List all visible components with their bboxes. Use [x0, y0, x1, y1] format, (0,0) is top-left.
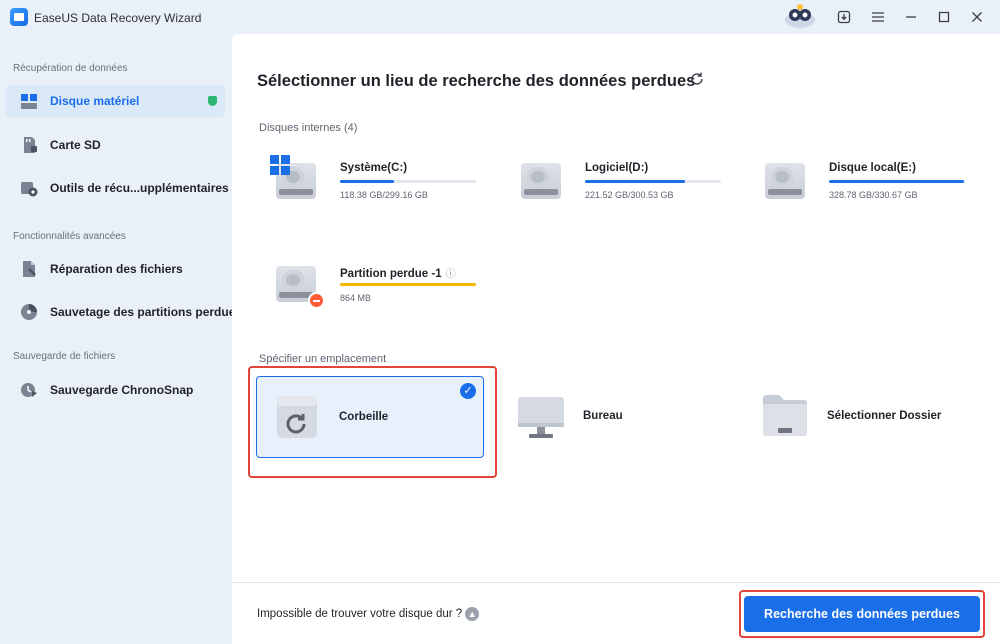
title-bar: EaseUS Data Recovery Wizard — [0, 0, 1000, 34]
drive-usage-bar — [340, 283, 476, 286]
drive-size: 328.78 GB/330.67 GB — [829, 190, 918, 200]
drive-card-e[interactable]: Disque local(E:) 328.78 GB/330.67 GB — [751, 149, 976, 209]
location-card-recycle-bin[interactable]: Corbeille ✓ — [256, 376, 484, 458]
hard-disk-icon — [20, 92, 38, 110]
sidebar-item-label: Réparation des fichiers — [50, 262, 183, 276]
location-card-desktop[interactable]: Bureau — [501, 376, 729, 458]
location-name: Bureau — [583, 410, 623, 422]
sidebar: Récupération de données Disque matériel … — [0, 34, 242, 644]
sidebar-item-label: Sauvetage des partitions perdues — [50, 305, 243, 319]
internal-disks-label: Disques internes (4) — [259, 122, 358, 134]
drive-card-c[interactable]: Système(C:) 118.38 GB/299.16 GB — [262, 149, 487, 209]
sidebar-item-partition-rescue[interactable]: Sauvetage des partitions perdues — [6, 296, 242, 328]
minus-badge-icon — [308, 292, 325, 309]
hard-drive-icon — [270, 155, 316, 201]
cant-find-text: Impossible de trouver votre disque dur ? — [257, 608, 463, 620]
minimize-icon[interactable] — [902, 8, 920, 26]
drive-card-d[interactable]: Logiciel(D:) 221.52 GB/300.53 GB — [507, 149, 732, 209]
maximize-icon[interactable] — [935, 8, 953, 26]
sidebar-item-additional-tools[interactable]: Outils de récu...upplémentaires — [6, 172, 229, 204]
menu-icon[interactable] — [869, 8, 887, 26]
sidebar-item-chronosnap[interactable]: Sauvegarde ChronoSnap — [6, 374, 225, 406]
sidebar-item-sd-card[interactable]: Carte SD — [6, 129, 225, 161]
sidebar-item-hard-disk[interactable]: Disque matériel — [6, 85, 225, 117]
folder-icon — [763, 395, 807, 436]
page-title: Sélectionner un lieu de recherche des do… — [257, 72, 696, 90]
drive-name: Disque local(E:) — [829, 162, 916, 174]
hard-drive-icon — [276, 262, 325, 309]
drive-name: Logiciel(D:) — [585, 162, 649, 174]
drive-usage-fill — [340, 180, 394, 183]
drive-size: 221.52 GB/300.53 GB — [585, 190, 674, 200]
divider — [232, 582, 1000, 583]
drive-size: 864 MB — [340, 293, 372, 303]
hard-drive-icon — [521, 159, 561, 201]
drive-size: 118.38 GB/299.16 GB — [340, 190, 428, 200]
drive-usage-bar — [829, 180, 965, 183]
drive-name: Partition perdue -1 ⓘ — [340, 268, 456, 280]
sidebar-item-label: Carte SD — [50, 138, 101, 152]
file-repair-icon — [20, 260, 38, 278]
help-icon[interactable]: ⓘ — [446, 269, 456, 280]
app-title: EaseUS Data Recovery Wizard — [34, 11, 202, 25]
sidebar-item-label: Sauvegarde ChronoSnap — [50, 383, 194, 397]
location-card-select-folder[interactable]: Sélectionner Dossier — [745, 376, 973, 458]
section-advanced: Fonctionnalités avancées — [13, 231, 126, 242]
drive-usage-bar — [585, 180, 721, 183]
main-panel: Sélectionner un lieu de recherche des do… — [232, 34, 1000, 644]
drive-usage-fill — [829, 180, 965, 183]
location-name: Sélectionner Dossier — [827, 410, 942, 422]
refresh-icon[interactable] — [689, 71, 705, 87]
drive-usage-bar — [340, 180, 476, 183]
scan-lost-data-button[interactable]: Recherche des données perdues — [744, 596, 980, 632]
sidebar-item-label: Outils de récu...upplémentaires — [50, 181, 229, 195]
drive-name: Système(C:) — [340, 162, 408, 174]
app-logo-icon — [10, 8, 28, 26]
partition-rescue-icon — [20, 303, 38, 321]
tools-icon — [20, 179, 38, 197]
mascot-icon[interactable] — [783, 3, 817, 29]
drive-card-lost-partition[interactable]: Partition perdue -1 ⓘ 864 MB — [262, 252, 487, 312]
download-icon[interactable] — [835, 8, 853, 26]
shield-icon — [208, 96, 217, 106]
drive-usage-fill — [340, 283, 476, 286]
chronosnap-icon — [20, 381, 38, 399]
section-file-backup: Sauvegarde de fichiers — [13, 351, 116, 362]
section-data-recovery: Récupération de données — [13, 63, 128, 74]
chevron-up-icon[interactable]: ▲ — [465, 607, 480, 621]
sd-card-icon — [20, 136, 38, 154]
sidebar-item-label: Disque matériel — [50, 94, 140, 108]
location-name: Corbeille — [339, 411, 389, 423]
sidebar-item-file-repair[interactable]: Réparation des fichiers — [6, 253, 225, 285]
windows-logo-icon — [270, 155, 290, 175]
cant-find-disk: Impossible de trouver votre disque dur ?… — [257, 607, 480, 621]
drive-usage-fill — [585, 180, 686, 183]
hard-drive-icon — [765, 159, 805, 201]
close-icon[interactable] — [968, 8, 986, 26]
check-icon: ✓ — [460, 383, 476, 399]
desktop-monitor-icon — [518, 397, 564, 438]
specify-location-label: Spécifier un emplacement — [259, 353, 387, 365]
recycle-bin-icon — [277, 396, 317, 438]
